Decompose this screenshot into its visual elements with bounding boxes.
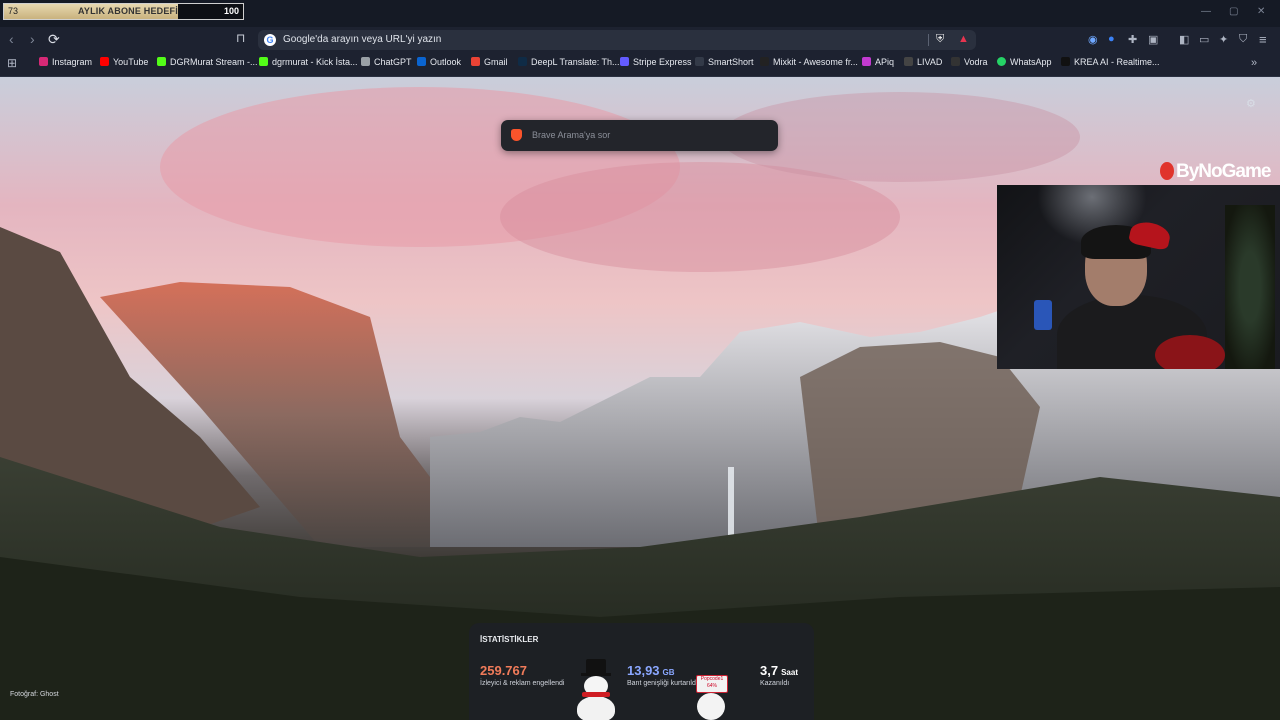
bookmark-item[interactable]: Stripe Express <box>620 57 692 67</box>
apiq-icon <box>862 57 871 66</box>
bookmark-item[interactable]: Gmail <box>471 57 508 67</box>
google-icon: G <box>264 34 276 46</box>
kick-icon <box>157 57 166 66</box>
reload-button[interactable]: ⟳ <box>48 31 60 48</box>
stat-blocked-value: 259.767 <box>480 663 527 678</box>
new-tab-page: Brave Arama'ya sor ⚙ ByNoGame Fotoğraf: … <box>0 77 1280 720</box>
bookmark-item[interactable]: SmartShort <box>695 57 754 67</box>
shield-icon[interactable]: ⛉ <box>1239 33 1247 46</box>
whatsapp-icon <box>997 57 1006 66</box>
kick-icon <box>259 57 268 66</box>
media-icon[interactable]: ▣ <box>1148 33 1158 46</box>
address-divider <box>928 34 929 46</box>
menu-icon[interactable]: ≡ <box>1259 32 1267 47</box>
stats-title: İSTATİSTİKLER <box>480 635 539 644</box>
brave-rewards-icon[interactable]: ▲ <box>958 33 969 45</box>
address-input[interactable]: Google'da arayın veya URL'yi yazın <box>283 34 441 45</box>
close-button[interactable]: ✕ <box>1257 6 1265 17</box>
photo-credit[interactable]: Fotoğraf: Ghost <box>10 691 59 698</box>
bookmark-item[interactable]: DGRMurat Stream -... <box>157 57 258 67</box>
livad-icon <box>904 57 913 66</box>
bookmark-item[interactable]: Vodra <box>951 57 988 67</box>
webcam-can <box>1034 300 1052 330</box>
extensions-icon[interactable]: ✚ <box>1128 33 1137 46</box>
bookmark-item[interactable]: ChatGPT <box>361 57 412 67</box>
gear-icon[interactable]: ⚙ <box>1246 97 1256 110</box>
webcam-overlay <box>997 185 1280 369</box>
forward-button[interactable]: › <box>30 31 35 47</box>
search-input[interactable]: Brave Arama'ya sor <box>532 130 610 140</box>
bookmark-item[interactable]: dgrmurat - Kick İsta... <box>259 57 358 67</box>
webcam-tree <box>1225 205 1275 369</box>
youtube-icon <box>100 57 109 66</box>
snowman-hat <box>586 659 606 675</box>
vpn-icon[interactable]: ● <box>1108 33 1115 45</box>
wallet-icon[interactable]: ▭ <box>1199 33 1209 46</box>
window-titlebar: 73 AYLIK ABONE HEDEFİ 100 — ▢ ✕ <box>0 0 1280 27</box>
bookmark-page-icon[interactable]: ⊓ <box>236 31 245 45</box>
stats-widget: İSTATİSTİKLER 259.767 İzleyici & reklam … <box>469 623 814 720</box>
stat-bandwidth-value: 13,93 GB <box>627 663 675 678</box>
leo-ai-icon[interactable]: ✦ <box>1219 33 1228 46</box>
apps-grid-icon[interactable]: ⊞ <box>7 56 17 70</box>
browser-toolbar: ‹ › ⟳ ⊓ G Google'da arayın veya URL'yi y… <box>0 27 1280 53</box>
subscriber-goal-bar: 73 AYLIK ABONE HEDEFİ 100 <box>3 3 244 20</box>
snowman-body <box>577 696 615 720</box>
back-button[interactable]: ‹ <box>9 31 14 47</box>
bookmark-item[interactable]: KREA AI - Realtime... <box>1061 57 1160 67</box>
bookmark-item[interactable]: LIVAD <box>904 57 942 67</box>
webcam-pillow <box>1155 335 1225 369</box>
goal-target: 100 <box>223 6 239 16</box>
brave-shields-icon[interactable]: ⛨ <box>936 33 944 46</box>
bookmark-item[interactable]: Instagram <box>39 57 92 67</box>
bookmark-item[interactable]: Mixkit - Awesome fr... <box>760 57 858 67</box>
smartshort-icon <box>695 57 704 66</box>
bookmark-item[interactable]: YouTube <box>100 57 148 67</box>
stat-bandwidth-caption: Bant genişliği kurtarıldı <box>627 680 698 687</box>
gmail-icon <box>471 57 480 66</box>
stat-time-value: 3,7 Saat <box>760 663 798 678</box>
snowman-scarf <box>582 692 610 697</box>
bookmarks-bar: ⊞ Instagram YouTube DGRMurat Stream -...… <box>0 53 1280 77</box>
address-bar[interactable]: G Google'da arayın veya URL'yi yazın ⛨ ▲ <box>258 30 976 50</box>
bookmark-item[interactable]: APiq <box>862 57 894 67</box>
bookmark-item[interactable]: Outlook <box>417 57 461 67</box>
brave-search-box[interactable]: Brave Arama'ya sor <box>501 120 778 151</box>
outlook-icon <box>417 57 426 66</box>
bookmark-item[interactable]: DeepL Translate: Th... <box>518 57 620 67</box>
brave-lion-icon <box>511 129 522 141</box>
bookmark-item[interactable]: WhatsApp <box>997 57 1052 67</box>
more-bookmarks-icon[interactable]: » <box>1251 57 1257 69</box>
krea-icon <box>1061 57 1070 66</box>
goal-title: AYLIK ABONE HEDEFİ <box>78 6 178 16</box>
deepl-icon <box>518 57 527 66</box>
minimize-button[interactable]: — <box>1201 6 1211 17</box>
goal-current: 73 <box>8 6 19 16</box>
snowman-decoration <box>574 659 620 720</box>
maximize-button[interactable]: ▢ <box>1229 6 1238 17</box>
snowball-decoration <box>697 693 725 720</box>
vodra-icon <box>951 57 960 66</box>
stat-blocked-caption: İzleyici & reklam engellendi <box>480 680 565 687</box>
audio-icon[interactable]: ◉ <box>1088 33 1098 46</box>
sidebar-icon[interactable]: ◧ <box>1179 33 1189 46</box>
decoration-tag: Popcode1 64% <box>696 675 728 693</box>
bynogame-logo-icon <box>1160 162 1174 180</box>
instagram-icon <box>39 57 48 66</box>
mixkit-icon <box>760 57 769 66</box>
brand-overlay: ByNoGame <box>1160 161 1271 183</box>
stripe-icon <box>620 57 629 66</box>
chatgpt-icon <box>361 57 370 66</box>
stat-time-caption: Kazanıldı <box>760 680 790 687</box>
